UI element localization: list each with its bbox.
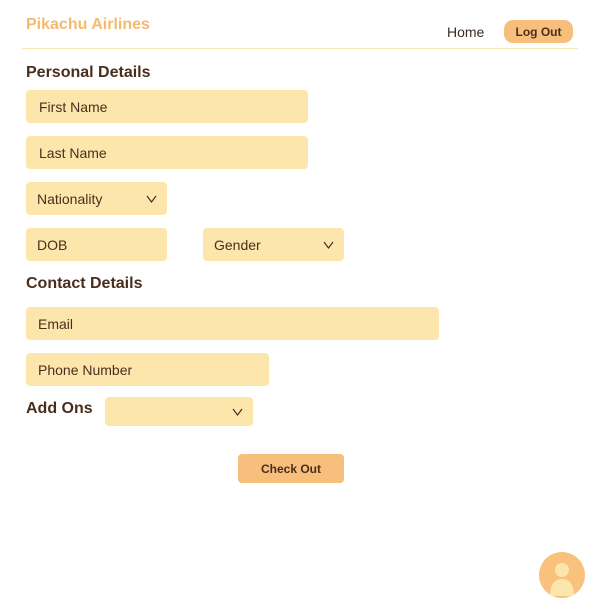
contact-details-heading: Contact Details — [26, 275, 143, 292]
last-name-placeholder: Last Name — [39, 144, 107, 161]
email-placeholder: Email — [38, 315, 74, 332]
first-name-field[interactable]: First Name — [26, 90, 308, 123]
add-ons-select[interactable] — [105, 397, 253, 426]
chevron-down-icon — [146, 195, 157, 203]
nationality-placeholder: Nationality — [37, 190, 103, 207]
gender-select[interactable]: Gender — [203, 228, 344, 261]
personal-details-heading: Personal Details — [26, 64, 151, 81]
nationality-select[interactable]: Nationality — [26, 182, 167, 215]
user-avatar-icon[interactable] — [539, 552, 585, 598]
checkout-button[interactable]: Check Out — [238, 454, 344, 483]
first-name-placeholder: First Name — [39, 98, 108, 115]
brand-logo: Pikachu Airlines — [26, 16, 150, 33]
nav-home-link[interactable]: Home — [447, 24, 484, 40]
add-ons-heading: Add Ons — [26, 400, 93, 417]
chevron-down-icon — [232, 408, 243, 416]
chevron-down-icon — [323, 241, 334, 249]
logout-button[interactable]: Log Out — [504, 20, 573, 43]
phone-number-placeholder: Phone Number — [38, 361, 133, 378]
header-divider — [22, 48, 578, 49]
dob-field[interactable]: DOB — [26, 228, 167, 261]
email-field[interactable]: Email — [26, 307, 439, 340]
dob-placeholder: DOB — [37, 236, 68, 253]
person-icon — [550, 563, 574, 596]
gender-placeholder: Gender — [214, 236, 261, 253]
phone-number-field[interactable]: Phone Number — [26, 353, 269, 386]
last-name-field[interactable]: Last Name — [26, 136, 308, 169]
